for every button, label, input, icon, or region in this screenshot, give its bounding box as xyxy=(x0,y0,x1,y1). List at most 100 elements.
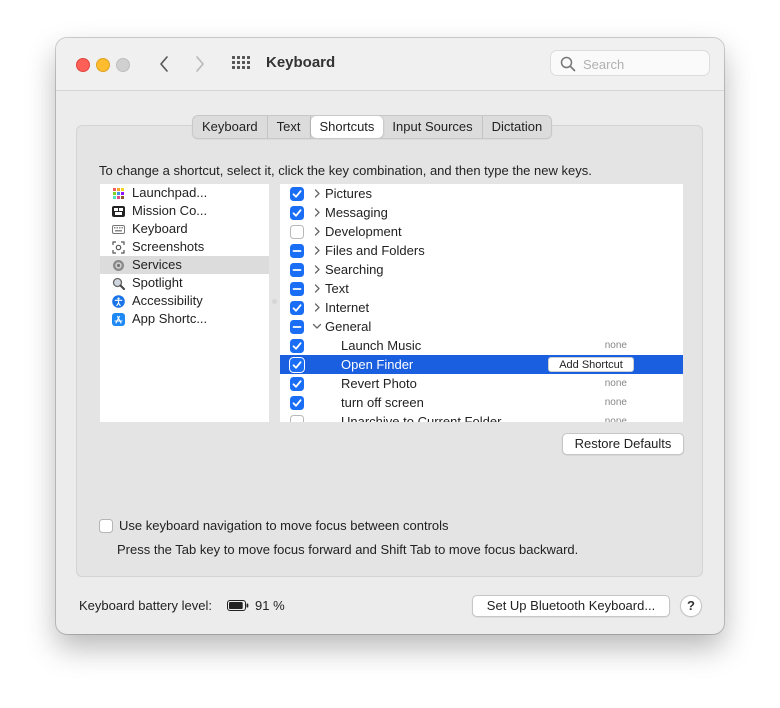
chevron-right-icon[interactable] xyxy=(312,298,322,317)
keyboard-icon xyxy=(112,223,125,236)
service-label: Launch Music xyxy=(341,338,422,353)
keyboard-navigation-checkbox[interactable] xyxy=(99,519,113,533)
service-group-row[interactable]: Development xyxy=(280,222,683,241)
title-bar: Keyboard xyxy=(56,38,724,91)
keyboard-navigation-label[interactable]: Use keyboard navigation to move focus be… xyxy=(119,518,449,533)
service-checkbox[interactable] xyxy=(290,282,304,296)
close-button[interactable] xyxy=(76,58,90,72)
service-group-row[interactable]: Text xyxy=(280,279,683,298)
setup-bluetooth-keyboard-button[interactable]: Set Up Bluetooth Keyboard... xyxy=(472,595,670,617)
search-icon xyxy=(560,56,576,72)
category-item-magnifier[interactable]: Spotlight xyxy=(100,274,269,292)
service-group-row[interactable]: Pictures xyxy=(280,184,683,203)
category-label: Services xyxy=(132,257,182,272)
add-shortcut-button[interactable]: Add Shortcut xyxy=(548,357,634,372)
service-label: General xyxy=(325,319,372,334)
service-checkbox[interactable] xyxy=(290,320,304,334)
window-title: Keyboard xyxy=(266,54,336,71)
magnifier-icon xyxy=(112,277,125,290)
tab-shortcuts[interactable]: Shortcuts xyxy=(310,116,384,138)
chevron-right-icon[interactable] xyxy=(312,241,322,260)
chevron-left-icon xyxy=(160,56,168,72)
category-label: Mission Co... xyxy=(132,203,208,218)
service-label: turn off screen xyxy=(341,395,424,410)
shortcut-value[interactable]: none xyxy=(605,393,627,412)
service-label: Revert Photo xyxy=(341,376,417,391)
service-label: Pictures xyxy=(325,186,372,201)
chevron-down-icon[interactable] xyxy=(312,317,322,336)
chevron-right-icon[interactable] xyxy=(312,260,322,279)
service-checkbox[interactable] xyxy=(290,358,304,372)
chevron-right-icon[interactable] xyxy=(312,184,322,203)
service-checkbox[interactable] xyxy=(290,377,304,391)
category-label: Keyboard xyxy=(132,221,188,236)
shortcut-value[interactable]: none xyxy=(605,336,627,355)
service-checkbox[interactable] xyxy=(290,263,304,277)
service-checkbox[interactable] xyxy=(290,396,304,410)
service-checkbox[interactable] xyxy=(290,187,304,201)
zoom-button[interactable] xyxy=(116,58,130,72)
category-item-accessibility[interactable]: Accessibility xyxy=(100,292,269,310)
service-label: Open Finder xyxy=(341,357,414,372)
category-item-app-store[interactable]: App Shortc... xyxy=(100,310,269,328)
tab-bar: Keyboard Text Shortcuts Input Sources Dictat… xyxy=(192,115,553,139)
service-group-row[interactable]: Messaging xyxy=(280,203,683,222)
category-item-keyboard[interactable]: Keyboard xyxy=(100,220,269,238)
category-list[interactable]: Launchpad... Mission Co... Keyboard Screens… xyxy=(100,184,269,422)
category-label: Spotlight xyxy=(132,275,183,290)
chevron-right-icon xyxy=(196,56,204,72)
service-group-row[interactable]: Internet xyxy=(280,298,683,317)
tab-keyboard[interactable]: Keyboard xyxy=(193,116,268,138)
launchpad-icon xyxy=(112,187,125,200)
chevron-right-icon[interactable] xyxy=(312,222,322,241)
shortcut-value[interactable]: none xyxy=(605,374,627,393)
service-checkbox[interactable] xyxy=(290,206,304,220)
service-checkbox[interactable] xyxy=(290,339,304,353)
category-item-launchpad[interactable]: Launchpad... xyxy=(100,184,269,202)
category-item-gear[interactable]: Services xyxy=(100,256,269,274)
forward-button[interactable] xyxy=(190,52,210,76)
service-row[interactable]: Launch Music none xyxy=(280,336,683,355)
split-view-handle[interactable] xyxy=(272,299,277,304)
service-group-row[interactable]: Files and Folders xyxy=(280,241,683,260)
search-input[interactable] xyxy=(581,54,705,74)
services-list[interactable]: Pictures Messaging Development Files and Fo… xyxy=(280,184,683,422)
back-button[interactable] xyxy=(154,52,174,76)
service-row[interactable]: Unarchive to Current Folder none xyxy=(280,412,683,422)
service-label: Searching xyxy=(325,262,384,277)
preferences-window: Keyboard KeyboardTextShortcutsInput Sour… xyxy=(56,38,724,634)
instructions-text: To change a shortcut, select it, click t… xyxy=(99,163,592,178)
gear-icon xyxy=(112,259,125,272)
category-label: Accessibility xyxy=(132,293,203,308)
service-checkbox[interactable] xyxy=(290,244,304,258)
tab-input-sources[interactable]: Input Sources xyxy=(383,116,483,138)
category-item-screenshot[interactable]: Screenshots xyxy=(100,238,269,256)
service-group-row[interactable]: General xyxy=(280,317,683,336)
show-all-button[interactable] xyxy=(232,56,250,70)
service-group-row[interactable]: Searching xyxy=(280,260,683,279)
shortcut-value[interactable]: none xyxy=(605,412,627,422)
service-row[interactable]: Revert Photo none xyxy=(280,374,683,393)
chevron-right-icon[interactable] xyxy=(312,203,322,222)
service-label: Unarchive to Current Folder xyxy=(341,414,502,422)
category-label: Screenshots xyxy=(132,239,205,254)
minimize-button[interactable] xyxy=(96,58,110,72)
category-label: App Shortc... xyxy=(132,311,208,326)
service-row[interactable]: Open Finder Add Shortcut xyxy=(280,355,683,374)
service-row[interactable]: turn off screen none xyxy=(280,393,683,412)
help-button[interactable]: ? xyxy=(680,595,702,617)
keyboard-navigation-hint: Press the Tab key to move focus forward … xyxy=(117,542,579,557)
category-item-mission-control[interactable]: Mission Co... xyxy=(100,202,269,220)
service-label: Messaging xyxy=(325,205,388,220)
tab-dictation[interactable]: Dictation xyxy=(483,116,552,138)
battery-percent: 91 % xyxy=(255,598,285,613)
tab-text[interactable]: Text xyxy=(268,116,311,138)
chevron-right-icon[interactable] xyxy=(312,279,322,298)
service-label: Internet xyxy=(325,300,370,315)
restore-defaults-button[interactable]: Restore Defaults xyxy=(562,433,684,455)
category-label: Launchpad... xyxy=(132,185,208,200)
service-checkbox[interactable] xyxy=(290,301,304,315)
search-field[interactable] xyxy=(550,50,710,76)
service-checkbox[interactable] xyxy=(290,225,304,239)
service-checkbox[interactable] xyxy=(290,415,304,422)
